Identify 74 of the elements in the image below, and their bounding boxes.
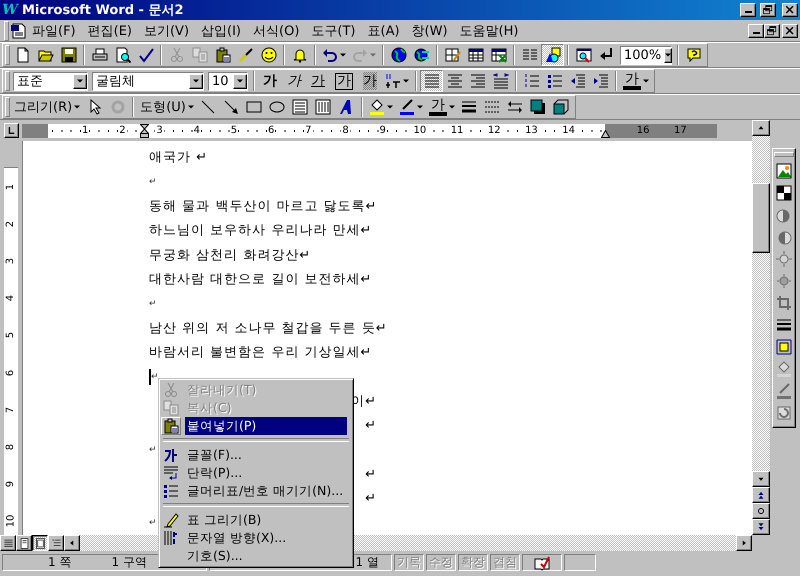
document-text: ↵ bbox=[365, 491, 377, 506]
ruler-number: 8 bbox=[6, 444, 16, 450]
status-text: 1 구역 bbox=[111, 554, 147, 571]
menu-item[interactable]: 보기(V) bbox=[138, 20, 196, 40]
ruler-number: 10 bbox=[6, 514, 16, 528]
ruler-number: 1 bbox=[81, 124, 90, 136]
status-text: 1 쪽 bbox=[48, 554, 72, 571]
document-text: 바람서리 불변함은 우리 기상일세↵ bbox=[149, 344, 372, 362]
ruler-number: 6 bbox=[6, 369, 16, 376]
zoom-dropdown[interactable]: 100% bbox=[620, 46, 672, 64]
menu-item[interactable]: 글머리표/번호 매기기(N)... bbox=[161, 482, 351, 500]
menu-item[interactable]: 서식(O) bbox=[247, 20, 306, 40]
ruler-number: 5 bbox=[6, 332, 16, 339]
document-text: 하느님이 보우하사 우리나라 만세↵ bbox=[149, 222, 372, 240]
ruler-number: 9 bbox=[6, 480, 16, 488]
menu-item[interactable]: 단락(P)... bbox=[161, 464, 351, 482]
underline-button[interactable]: 가 bbox=[306, 70, 330, 92]
status-text: 1 열 bbox=[356, 554, 379, 571]
bold-button[interactable]: 가 bbox=[258, 70, 282, 92]
ruler-number: 17 bbox=[672, 124, 688, 136]
menu-item[interactable]: 도구(T) bbox=[305, 20, 362, 40]
ruler-number: 7 bbox=[304, 124, 312, 136]
menu-item[interactable]: 문자열 방향(X)... bbox=[161, 529, 351, 547]
menu-item[interactable]: 창(W) bbox=[406, 20, 454, 40]
menu-item[interactable]: 글꼴(F)... bbox=[161, 446, 351, 464]
ruler-number: 13 bbox=[524, 124, 539, 136]
menu-item[interactable]: 표 그리기(B) bbox=[161, 511, 351, 529]
app-logo: W bbox=[2, 2, 18, 18]
ruler-number: 7 bbox=[6, 406, 16, 413]
char-border-button[interactable]: 가 bbox=[330, 70, 358, 92]
paragraph-mark: ↵ bbox=[149, 444, 157, 455]
style-dropdown[interactable]: 표준 bbox=[13, 72, 88, 90]
ruler-number: 11 bbox=[450, 124, 464, 136]
window-title: Microsoft Word - 문서2 bbox=[22, 2, 185, 19]
ruler-number: 5 bbox=[230, 124, 238, 136]
ruler-number: 6 bbox=[266, 124, 276, 136]
font-dropdown[interactable]: 굴림체 bbox=[92, 72, 204, 90]
ruler-number: 16 bbox=[636, 124, 651, 136]
font-color-button[interactable]: 가 bbox=[426, 96, 458, 118]
autoshapes-menu-button[interactable]: 도형(U) bbox=[137, 96, 197, 118]
document-text: 대한사람 대한으로 길이 보전하세↵ bbox=[149, 271, 372, 288]
italic-button[interactable]: 가 bbox=[282, 70, 306, 92]
char-shading-button[interactable]: 가 bbox=[358, 70, 382, 92]
menu-item[interactable]: 도움말(H) bbox=[454, 20, 524, 40]
menu-item[interactable]: 삽입(I) bbox=[195, 20, 248, 40]
menu-item[interactable]: 표(A) bbox=[362, 20, 406, 40]
document-text: ↵ bbox=[365, 466, 377, 482]
ruler-number: 10 bbox=[412, 124, 428, 136]
ruler-number: 4 bbox=[192, 124, 201, 136]
ruler-number: 9 bbox=[378, 124, 387, 136]
paragraph-mark: ↵ bbox=[149, 176, 157, 187]
document-text: 애국가 ↵ bbox=[149, 149, 208, 166]
menu-item[interactable]: 기호(S)... bbox=[161, 547, 351, 565]
draw-menu-button[interactable]: 그리기(R) bbox=[11, 96, 84, 118]
paragraph-mark: ↵ bbox=[149, 298, 157, 309]
ruler-number: 8 bbox=[341, 124, 350, 136]
paragraph-mark: ↵ bbox=[151, 372, 159, 382]
menu-item[interactable]: 편집(E) bbox=[82, 20, 138, 40]
font-color-button[interactable]: 가 bbox=[620, 70, 652, 92]
ruler-number: 2 bbox=[118, 124, 127, 136]
ruler-number: 12 bbox=[486, 124, 502, 136]
font-size-dropdown[interactable]: 10 bbox=[208, 72, 248, 90]
ruler-number: 3 bbox=[6, 258, 16, 264]
paragraph-mark: ↵ bbox=[149, 518, 157, 528]
document-text: 무궁화 삼천리 화려강산↵ bbox=[149, 246, 312, 264]
document-text: 남산 위의 저 소나무 철갑을 두른 듯↵ bbox=[149, 320, 388, 337]
ruler-number: 3 bbox=[155, 124, 164, 136]
menu-item[interactable]: 파일(F) bbox=[26, 20, 82, 40]
ruler-number: 14 bbox=[561, 124, 576, 136]
ruler-number: 2 bbox=[6, 220, 16, 227]
document-text: 동해 물과 백두산이 마르고 닳도록↵ bbox=[149, 198, 378, 215]
ruler-number: 4 bbox=[6, 294, 16, 302]
ruler-number: 1 bbox=[6, 183, 16, 190]
document-text: ↵ bbox=[365, 418, 377, 433]
